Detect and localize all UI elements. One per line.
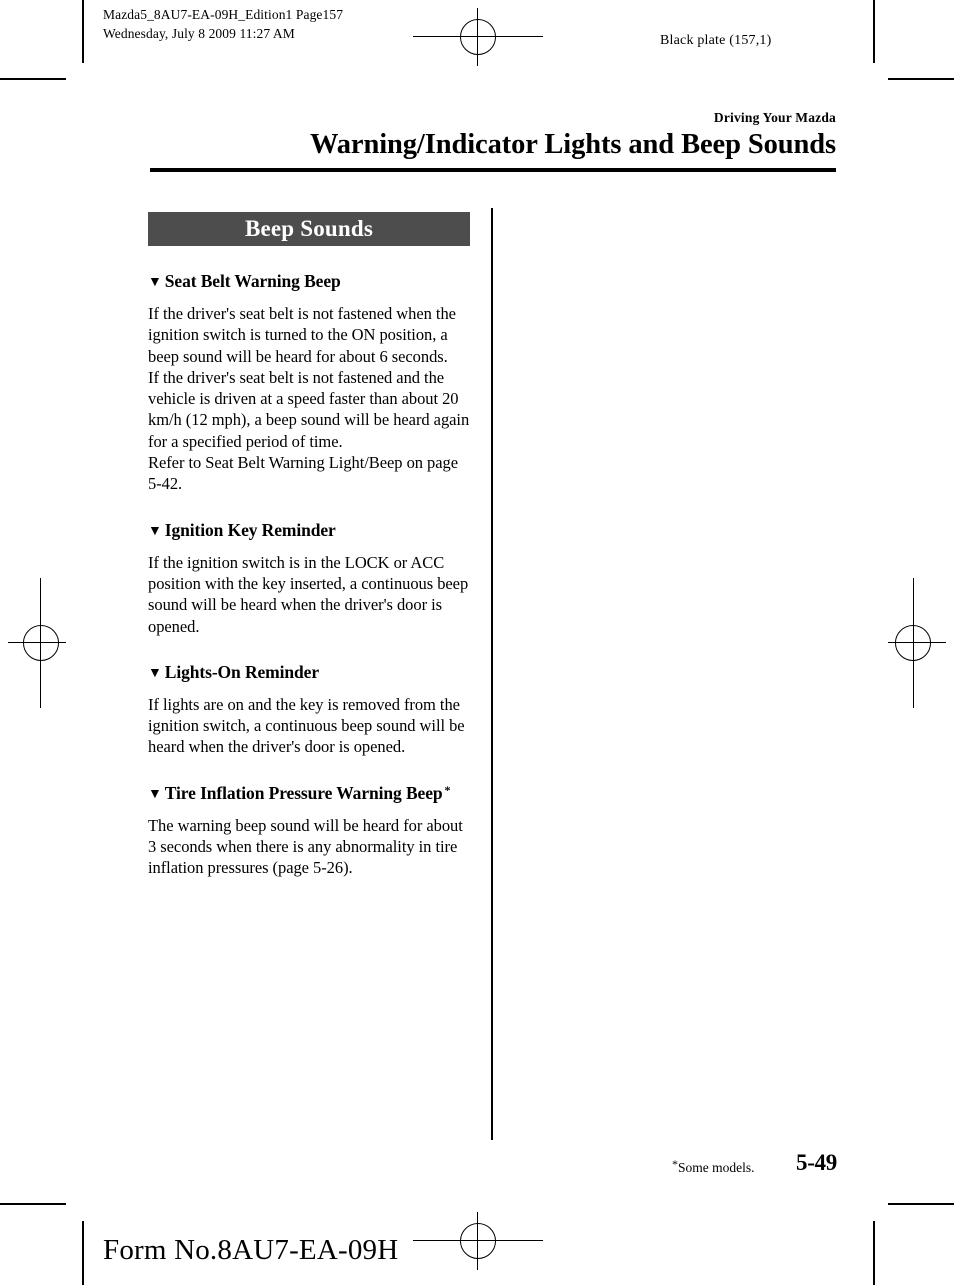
page-title: Warning/Indicator Lights and Beep Sounds [309,129,836,160]
triangle-bullet-icon: ▼ [148,275,162,290]
subsection-heading-text: Lights-On Reminder [164,661,320,682]
footnote-asterisk [319,662,321,676]
section-eyebrow: Driving Your Mazda [713,110,836,125]
content-column-left: Beep Sounds ▼ Seat Belt Warning Beep If t… [148,212,470,879]
registration-circle [460,19,496,55]
registration-horizontal-line [888,642,946,643]
footnote-asterisk [336,520,338,534]
registration-vertical-line [477,8,478,66]
registration-vertical-line [913,578,914,708]
crop-mark-top-left-vertical [82,0,84,63]
crop-mark-bottom-right-vertical [873,1221,875,1285]
subsection-heading-seat-belt-warning-beep: ▼ Seat Belt Warning Beep [148,268,470,293]
crop-mark-bottom-right-horizontal [888,1203,954,1205]
footnote-text: Some models. [678,1160,755,1175]
registration-vertical-line [477,1212,478,1270]
crop-mark-bottom-left-vertical [82,1221,84,1285]
column-divider [491,208,493,1140]
registration-mark-bottom [413,1212,543,1278]
registration-vertical-line [40,578,41,708]
page-header: Driving Your Mazda Warning/Indicator Lig… [150,110,836,162]
subsection-body-seat-belt-warning-beep: If the driver's seat belt is not fastene… [148,304,470,494]
registration-mark-right [880,578,946,708]
form-number: Form No.8AU7-EA-09H [103,1234,399,1266]
subsection-body-lights-on-reminder: If lights are on and the key is removed … [148,694,465,757]
file-info-slug: Mazda5_8AU7-EA-09H_Edition1 Page157 Wedn… [103,7,344,41]
header-rule [150,168,836,172]
registration-mark-left [8,578,74,708]
footnote: *Some models. [672,1157,755,1176]
subsection-body-tire-inflation-pressure-warning-beep: The warning beep sound will be heard for… [148,815,463,878]
registration-horizontal-line [413,36,543,37]
crop-mark-top-right-vertical [873,0,875,63]
footnote-asterisk [341,271,343,285]
subsection-heading-text: Tire Inflation Pressure Warning Beep [164,782,443,803]
triangle-bullet-icon: ▼ [148,786,162,802]
subsection-body-ignition-key-reminder: If the ignition switch is in the LOCK or… [148,552,469,636]
plate-info-slug: Black plate (157,1) [660,33,772,48]
subsection-heading-lights-on-reminder: ▼ Lights-On Reminder [148,659,470,684]
registration-circle [460,1223,496,1259]
triangle-bullet-icon: ▼ [148,665,162,681]
registration-horizontal-line [8,642,66,643]
crop-mark-bottom-left-horizontal [0,1203,66,1205]
registration-mark-top [413,8,543,74]
registration-circle [23,625,59,661]
subsection-heading-tire-inflation-pressure-warning-beep: ▼ Tire Inflation Pressure Warning Beep * [148,780,470,805]
footnote-asterisk: * [444,782,451,797]
crop-mark-top-right-horizontal [888,78,954,80]
subsection-heading-text: Seat Belt Warning Beep [164,271,341,291]
triangle-bullet-icon: ▼ [148,523,162,539]
page-number: 5-49 [796,1150,837,1175]
subsection-heading-ignition-key-reminder: ▼ Ignition Key Reminder [148,517,470,542]
section-banner: Beep Sounds [148,212,470,246]
registration-horizontal-line [413,1240,543,1241]
crop-mark-top-left-horizontal [0,78,66,80]
subsection-heading-text: Ignition Key Reminder [164,519,336,540]
